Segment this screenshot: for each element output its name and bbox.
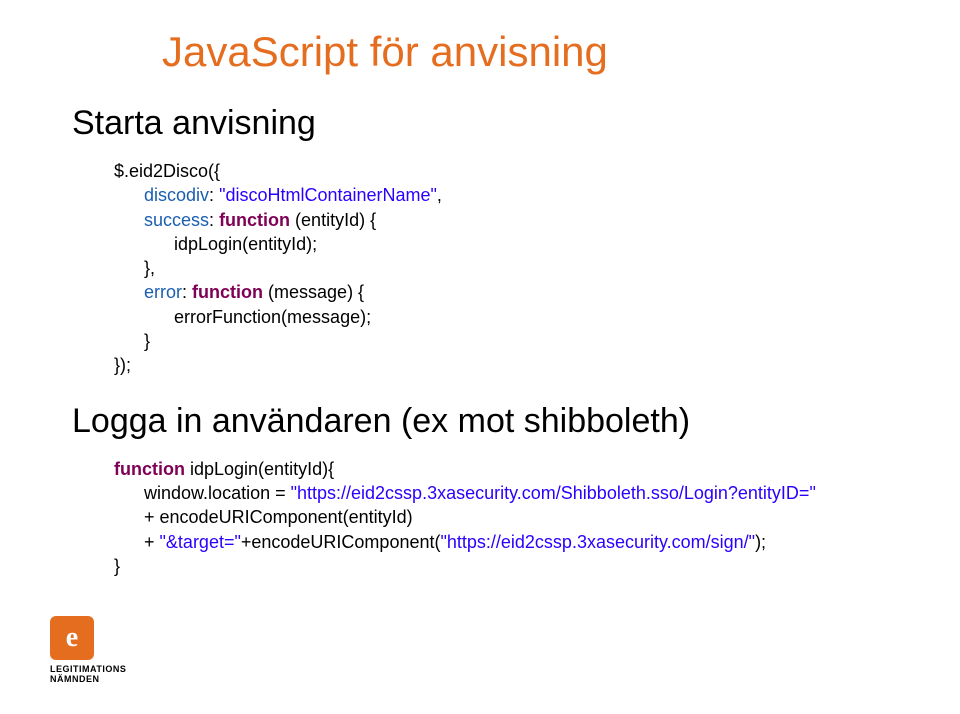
code-keyword: function [219,210,290,230]
logo: e LEGITIMATIONS NÄMNDEN [50,616,140,684]
code-text: (message) { [263,282,364,302]
code-string: "&target=" [160,532,241,552]
code-text: idpLogin(entityId); [174,234,317,254]
code-block-2: function idpLogin(entityId){ window.loca… [72,451,888,578]
code-text: }); [114,355,131,375]
code-string: "https://eid2cssp.3xasecurity.com/Shibbo… [291,483,816,503]
code-text: + encodeURIComponent(entityId) [144,507,413,527]
code-keyword: function [192,282,263,302]
section2-heading: Logga in användaren (ex mot shibboleth) [72,402,888,441]
code-text: } [114,556,120,576]
code-field: discodiv [144,185,209,205]
code-text: }, [144,258,155,278]
code-keyword: function [114,459,185,479]
code-text: errorFunction(message); [174,307,371,327]
slide: JavaScript för anvisning Starta anvisnin… [0,0,960,578]
code-text: , [437,185,442,205]
code-string: "discoHtmlContainerName" [219,185,437,205]
section1-heading: Starta anvisning [72,104,888,143]
code-text: + [144,532,160,552]
code-block-1: $.eid2Disco({ discodiv: "discoHtmlContai… [72,153,888,378]
code-text: (entityId) { [290,210,376,230]
code-text: +encodeURIComponent( [241,532,441,552]
code-text: $.eid2Disco({ [114,161,220,181]
slide-title: JavaScript för anvisning [72,28,888,76]
code-field: success [144,210,209,230]
code-text: : [209,185,219,205]
code-text: window.location = [144,483,291,503]
logo-text-line1: LEGITIMATIONS [50,664,140,674]
code-text: : [209,210,219,230]
code-text: ); [755,532,766,552]
code-string: "https://eid2cssp.3xasecurity.com/sign/" [440,532,755,552]
code-text: } [144,331,150,351]
code-field: error [144,282,182,302]
code-text: : [182,282,192,302]
logo-text-line2: NÄMNDEN [50,674,140,684]
logo-icon: e [50,616,94,660]
code-text: idpLogin(entityId){ [185,459,334,479]
